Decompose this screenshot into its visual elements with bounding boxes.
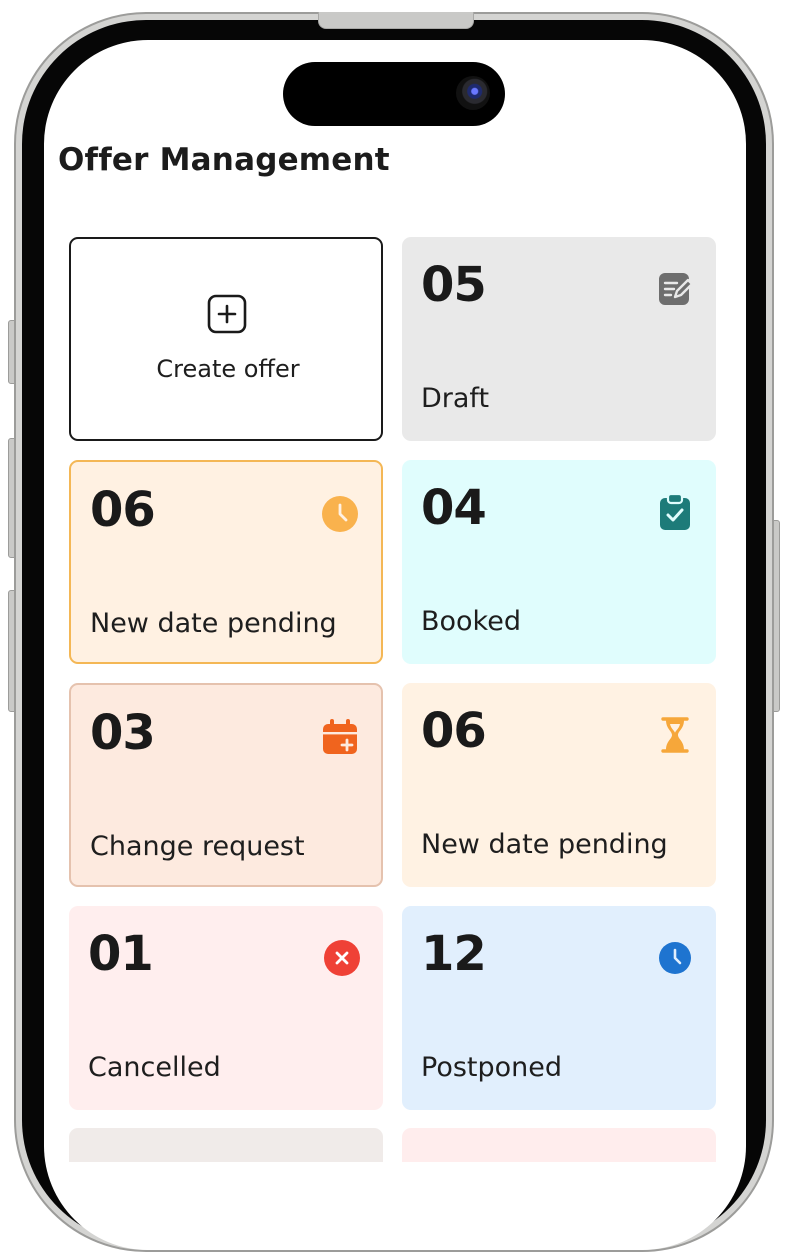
phone-top-edge [318, 12, 474, 29]
status-card-new-date-pending-2[interactable]: 06 New date pending [402, 683, 716, 887]
status-card-draft[interactable]: 05 Draft [402, 237, 716, 441]
status-label: Postponed [421, 1052, 563, 1083]
edit-note-icon [659, 273, 694, 305]
clipboard-check-icon [660, 493, 690, 530]
status-count: 06 [421, 703, 487, 759]
status-card-new-date-pending[interactable]: 06 New date pending [69, 460, 383, 664]
status-count: 06 [90, 482, 156, 538]
status-count: 05 [421, 257, 487, 313]
status-card-change-request[interactable]: 03 Change request [69, 683, 383, 887]
status-count: 12 [421, 926, 487, 982]
status-label: Change request [90, 831, 305, 862]
status-count: 04 [421, 480, 487, 536]
camera-icon [456, 76, 490, 110]
clock-icon [322, 496, 358, 532]
status-count: 01 [88, 926, 154, 982]
page-title: Offer Management [58, 142, 390, 178]
status-card-partial[interactable] [402, 1128, 716, 1162]
status-label: Cancelled [88, 1052, 221, 1083]
status-label: New date pending [421, 829, 668, 860]
status-card-booked[interactable]: 04 Booked [402, 460, 716, 664]
create-offer-card[interactable]: Create offer [69, 237, 383, 441]
status-label: Booked [421, 606, 521, 637]
status-count: 03 [90, 705, 156, 761]
status-card-postponed[interactable]: 12 Postponed [402, 906, 716, 1110]
plus-square-icon [207, 294, 247, 334]
create-offer-label: Create offer [156, 355, 300, 383]
status-card-cancelled[interactable]: 01 Cancelled [69, 906, 383, 1110]
calendar-add-icon [323, 719, 357, 754]
status-card-partial[interactable] [69, 1128, 383, 1162]
hourglass-icon [661, 717, 689, 753]
status-label: New date pending [90, 608, 337, 639]
clock-icon [659, 942, 691, 974]
status-label: Draft [421, 383, 490, 414]
close-circle-icon [324, 940, 360, 976]
